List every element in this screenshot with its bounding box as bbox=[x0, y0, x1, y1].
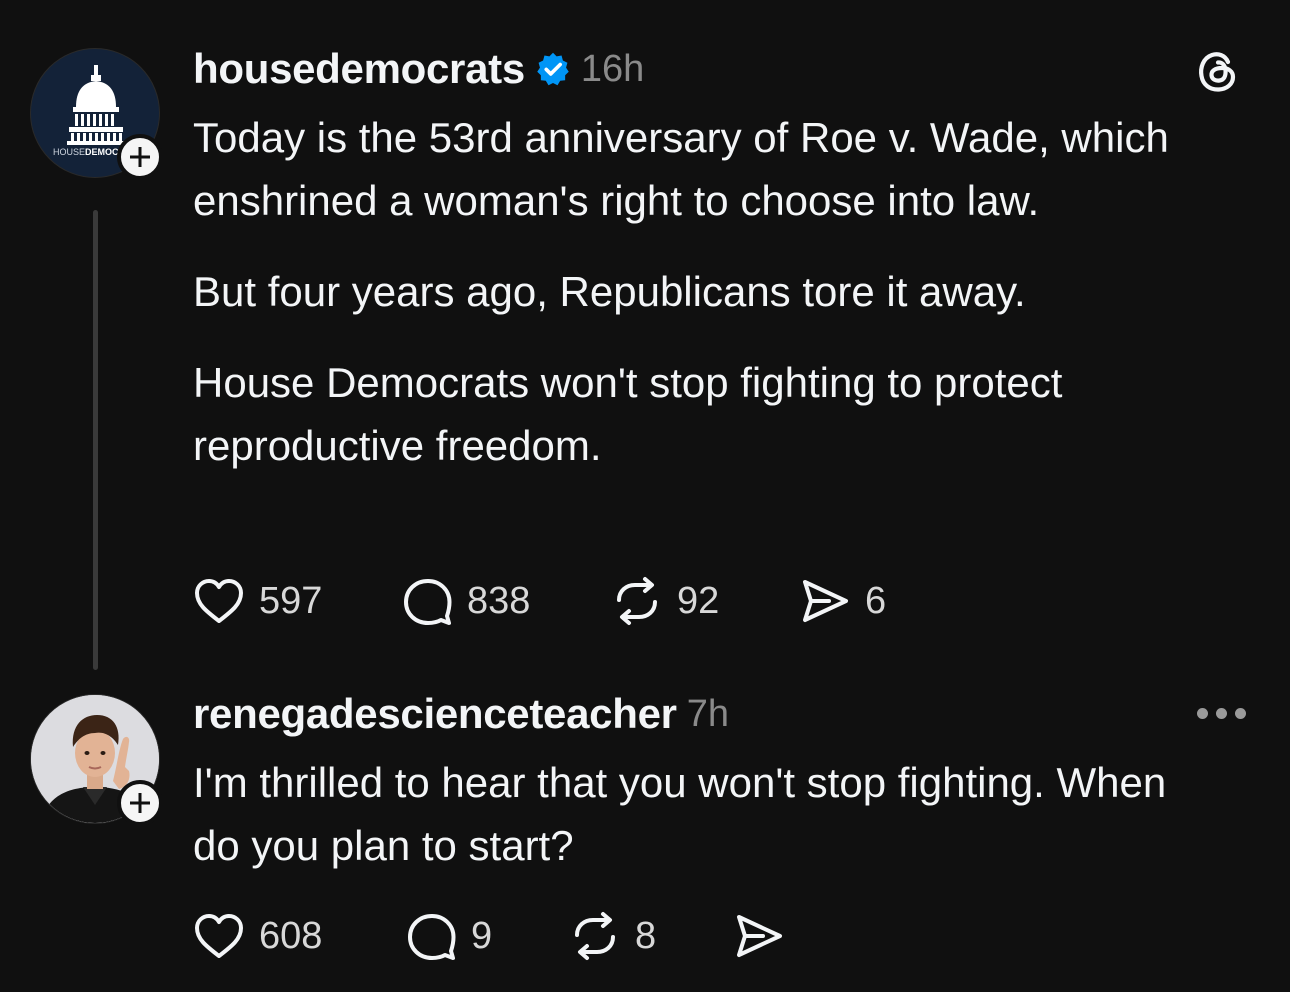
svg-text:HOUSE: HOUSE bbox=[53, 147, 85, 157]
username[interactable]: renegadescienceteacher bbox=[193, 690, 677, 738]
post-actions: 597 838 92 6 bbox=[193, 571, 886, 631]
post-body: Today is the 53rd anniversary of Roe v. … bbox=[193, 106, 1233, 477]
threads-logo-icon bbox=[1199, 52, 1236, 92]
reply-body: I'm thrilled to hear that you won't stop… bbox=[193, 751, 1193, 877]
repost-icon bbox=[575, 912, 615, 960]
share-button[interactable] bbox=[733, 911, 799, 961]
timestamp: 7h bbox=[686, 692, 729, 735]
follow-button[interactable] bbox=[117, 134, 163, 180]
post-header: housedemocrats 16h bbox=[193, 44, 644, 94]
more-options-button[interactable] bbox=[1197, 708, 1246, 719]
share-count: 6 bbox=[865, 579, 887, 622]
comment-icon bbox=[408, 914, 456, 960]
heart-icon bbox=[195, 914, 243, 958]
thread-line bbox=[93, 210, 98, 670]
repost-count: 92 bbox=[677, 579, 720, 622]
send-icon bbox=[737, 915, 782, 957]
heart-icon bbox=[195, 579, 243, 623]
send-icon bbox=[803, 580, 848, 622]
like-count: 597 bbox=[259, 579, 323, 622]
share-button[interactable]: 6 bbox=[799, 576, 886, 626]
plus-icon bbox=[130, 147, 150, 167]
comment-icon bbox=[404, 579, 452, 625]
post-paragraph: But four years ago, Republicans tore it … bbox=[193, 268, 1026, 315]
post-paragraph: Today is the 53rd anniversary of Roe v. … bbox=[193, 114, 1169, 224]
verified-badge-icon bbox=[537, 52, 569, 86]
like-button[interactable]: 597 bbox=[193, 577, 401, 625]
threads-logo-button[interactable] bbox=[1194, 48, 1242, 96]
post-paragraph: House Democrats won't stop fighting to p… bbox=[193, 359, 1063, 469]
like-count: 608 bbox=[259, 914, 323, 957]
username[interactable]: housedemocrats bbox=[193, 45, 525, 93]
reply-button[interactable]: 9 bbox=[405, 911, 569, 961]
reply-button[interactable]: 838 bbox=[401, 576, 611, 626]
like-button[interactable]: 608 bbox=[193, 912, 405, 960]
reply-count: 838 bbox=[467, 579, 531, 622]
more-dot bbox=[1197, 708, 1208, 719]
reply-count: 9 bbox=[471, 914, 493, 957]
repost-button[interactable]: 8 bbox=[569, 911, 733, 961]
more-dot bbox=[1216, 708, 1227, 719]
reply-paragraph: I'm thrilled to hear that you won't stop… bbox=[193, 759, 1167, 869]
timestamp: 16h bbox=[580, 47, 645, 90]
follow-button[interactable] bbox=[117, 780, 163, 826]
repost-button[interactable]: 92 bbox=[611, 576, 799, 626]
reply-actions[interactable]: 608 9 8 bbox=[193, 906, 799, 966]
repost-icon bbox=[617, 577, 657, 625]
reply-header: renegadescienceteacher 7h bbox=[193, 689, 729, 739]
more-dot bbox=[1235, 708, 1246, 719]
repost-count: 8 bbox=[635, 914, 657, 957]
plus-icon bbox=[130, 793, 150, 813]
